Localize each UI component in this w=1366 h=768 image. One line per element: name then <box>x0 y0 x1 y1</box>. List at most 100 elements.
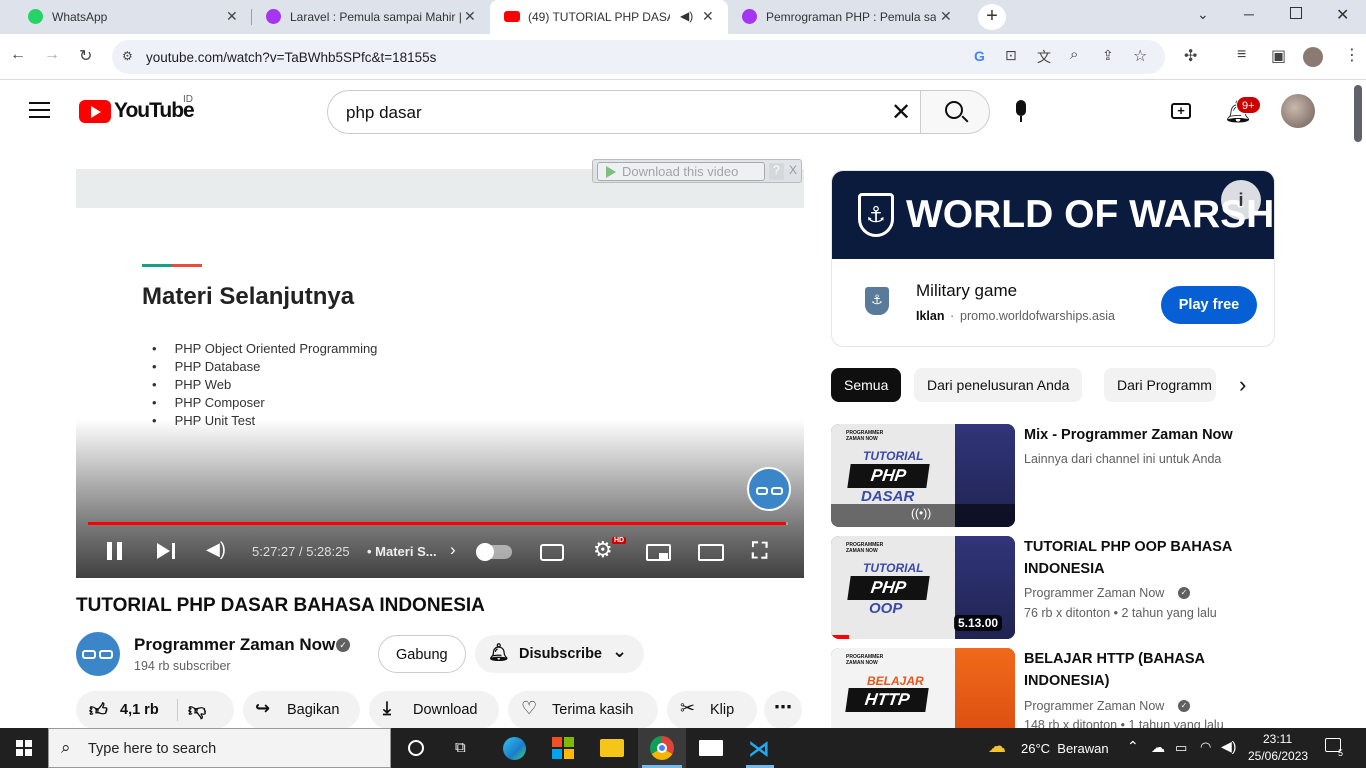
clock-time[interactable]: 23:11 <box>1263 732 1292 746</box>
like-button[interactable]: 👍︎ 4,1 rb <box>76 691 176 729</box>
rec-thumbnail[interactable]: PROGRAMMER ZAMAN NOW TUTORIAL PHP OOP 5.… <box>831 536 1015 639</box>
battery-icon[interactable]: ▭ <box>1175 740 1187 756</box>
next-icon[interactable] <box>157 543 170 559</box>
dislike-button[interactable]: 👎︎ <box>188 699 206 721</box>
scrollbar-thumb[interactable] <box>1354 85 1362 142</box>
side-panel-icon[interactable]: ▣ <box>1271 46 1286 66</box>
subtitles-icon[interactable] <box>540 544 564 561</box>
clip-button[interactable]: ✂ Klip <box>667 691 757 729</box>
back-arrow-icon[interactable]: ← <box>10 46 26 64</box>
video-player[interactable]: Materi Selanjutnya • PHP Object Oriented… <box>76 169 804 578</box>
install-app-icon[interactable]: ⊡ <box>1005 47 1017 64</box>
forward-arrow-icon[interactable]: → <box>44 46 60 64</box>
page-scrollbar[interactable] <box>1350 80 1366 728</box>
media-control-icon[interactable]: ≡ <box>1237 46 1246 64</box>
ad-banner[interactable]: ⚓ WORLD OF WARSHIPS i <box>832 171 1274 259</box>
autoplay-toggle[interactable] <box>476 543 512 561</box>
wifi-icon[interactable]: ◠ <box>1200 739 1211 755</box>
microphone-icon[interactable] <box>1016 100 1026 116</box>
chip-all[interactable]: Semua <box>831 368 902 402</box>
rec-title[interactable]: Mix - Programmer Zaman Now <box>1024 424 1274 446</box>
mail-icon[interactable] <box>699 740 723 756</box>
edge-icon[interactable] <box>503 737 526 760</box>
rec-thumbnail[interactable]: PROGRAMMER ZAMAN NOW BELAJAR HTTP <box>831 648 1015 728</box>
vscode-icon[interactable]: ⋊ <box>746 728 774 768</box>
rec-item[interactable]: PROGRAMMER ZAMAN NOW TUTORIAL PHP OOP 5.… <box>831 536 1275 639</box>
rec-channel[interactable]: Programmer Zaman Now <box>1024 586 1164 600</box>
onedrive-icon[interactable]: ☁ <box>1151 739 1165 756</box>
speaker-icon[interactable]: ◀) <box>680 9 693 23</box>
channel-avatar[interactable] <box>76 632 120 676</box>
reload-icon[interactable]: ↻ <box>79 46 92 66</box>
share-icon[interactable]: ⇪ <box>1102 47 1114 64</box>
volume-icon[interactable]: ◀) <box>206 539 226 560</box>
progress-bar[interactable] <box>88 522 788 525</box>
clock-date[interactable]: 25/06/2023 <box>1248 749 1308 763</box>
task-view-icon[interactable]: ⧉ <box>455 739 466 756</box>
download-this-video-button[interactable]: Download this video <box>597 162 765 181</box>
url-text[interactable]: youtube.com/watch?v=TaBWhb5SPfc&t=18155s <box>146 50 436 65</box>
chapter-title[interactable]: • Materi S... <box>367 544 437 559</box>
download-help-button[interactable]: ? <box>769 163 784 180</box>
rec-title[interactable]: TUTORIAL PHP OOP BAHASA INDONESIA <box>1024 536 1274 580</box>
file-explorer-icon[interactable] <box>600 739 624 757</box>
account-avatar[interactable] <box>1281 94 1315 128</box>
translate-icon[interactable]: 文 <box>1037 47 1051 67</box>
weather-text[interactable]: 26°C Berawan <box>1021 741 1109 756</box>
download-close-button[interactable]: X <box>786 163 800 180</box>
pause-icon[interactable] <box>107 542 112 560</box>
chip-from-search[interactable]: Dari penelusuran Anda <box>914 368 1083 402</box>
store-icon[interactable] <box>552 737 574 759</box>
close-icon[interactable]: ✕ <box>464 8 476 25</box>
tab-laravel[interactable]: Laravel : Pemula sampai Mahir | ✕ <box>252 0 488 34</box>
weather-icon[interactable]: ☁ <box>988 736 1006 757</box>
restore-button[interactable] <box>1290 7 1302 19</box>
taskbar-search-box[interactable]: ⌕ Type here to search <box>48 728 391 768</box>
play-free-button[interactable]: Play free <box>1161 286 1257 324</box>
search-button[interactable] <box>920 90 990 134</box>
channel-name[interactable]: Programmer Zaman Now <box>134 635 335 655</box>
more-actions-button[interactable]: ⋯ <box>764 691 802 729</box>
settings-gear-icon[interactable]: ⚙ <box>593 537 613 563</box>
ad-card[interactable]: ⚓ WORLD OF WARSHIPS i ⚓ Military game Ik… <box>831 170 1275 347</box>
thanks-button[interactable]: ♡ Terima kasih <box>508 691 658 729</box>
rec-item[interactable]: PROGRAMMER ZAMAN NOW TUTORIAL PHP DASAR … <box>831 424 1275 527</box>
site-settings-icon[interactable]: ⚙ <box>122 49 133 63</box>
share-button[interactable]: ↪ Bagikan <box>243 691 360 729</box>
ad-info-icon[interactable]: i <box>1221 180 1261 220</box>
chip-from-channel[interactable]: Dari Programm <box>1104 368 1216 402</box>
theater-mode-icon[interactable] <box>698 544 724 561</box>
rec-title[interactable]: BELAJAR HTTP (BAHASA INDONESIA) <box>1024 648 1274 692</box>
cortana-icon[interactable] <box>408 740 424 756</box>
tab-pemrograman-php[interactable]: Pemrograman PHP : Pemula sa ✕ <box>730 0 966 34</box>
close-icon[interactable]: ✕ <box>226 8 238 25</box>
volume-tray-icon[interactable]: ◀) <box>1221 738 1236 755</box>
subscribed-button[interactable]: 🔔︎ Disubscribe ⌄ <box>475 635 644 673</box>
clear-search-icon[interactable]: ✕ <box>891 98 911 127</box>
download-button[interactable]: ⤓ Download <box>369 691 499 729</box>
chip-scroll-right-icon[interactable]: › <box>1239 372 1246 398</box>
close-icon[interactable]: ✕ <box>702 8 714 25</box>
join-button[interactable]: Gabung <box>378 635 466 673</box>
profile-avatar[interactable] <box>1303 47 1323 67</box>
close-icon[interactable]: ✕ <box>940 8 952 25</box>
create-video-icon[interactable]: + <box>1171 103 1191 119</box>
close-window-button[interactable]: ✕ <box>1336 5 1349 25</box>
address-bar[interactable]: ⚙ youtube.com/watch?v=TaBWhb5SPfc&t=1815… <box>112 40 1165 74</box>
tab-whatsapp[interactable]: WhatsApp ✕ <box>0 0 250 34</box>
tray-expand-icon[interactable]: ⌃ <box>1127 738 1139 755</box>
extensions-icon[interactable]: ✣ <box>1184 46 1197 66</box>
search-query[interactable]: php dasar <box>346 103 422 123</box>
bookmark-star-icon[interactable]: ☆ <box>1133 46 1147 66</box>
chrome-menu-icon[interactable]: ⋮ <box>1344 45 1360 65</box>
rec-channel[interactable]: Programmer Zaman Now <box>1024 699 1164 713</box>
channel-watermark-logo[interactable] <box>747 467 791 511</box>
tab-search-chevron-icon[interactable]: ⌄ <box>1197 6 1209 23</box>
google-icon[interactable]: G <box>974 48 985 64</box>
hamburger-menu-icon[interactable] <box>29 102 50 118</box>
rec-thumbnail[interactable]: PROGRAMMER ZAMAN NOW TUTORIAL PHP DASAR … <box>831 424 1015 527</box>
search-input[interactable]: php dasar ✕ <box>327 90 921 134</box>
chrome-taskbar-icon[interactable] <box>638 728 686 768</box>
miniplayer-icon[interactable] <box>646 544 671 561</box>
chevron-right-icon[interactable]: › <box>450 540 456 560</box>
